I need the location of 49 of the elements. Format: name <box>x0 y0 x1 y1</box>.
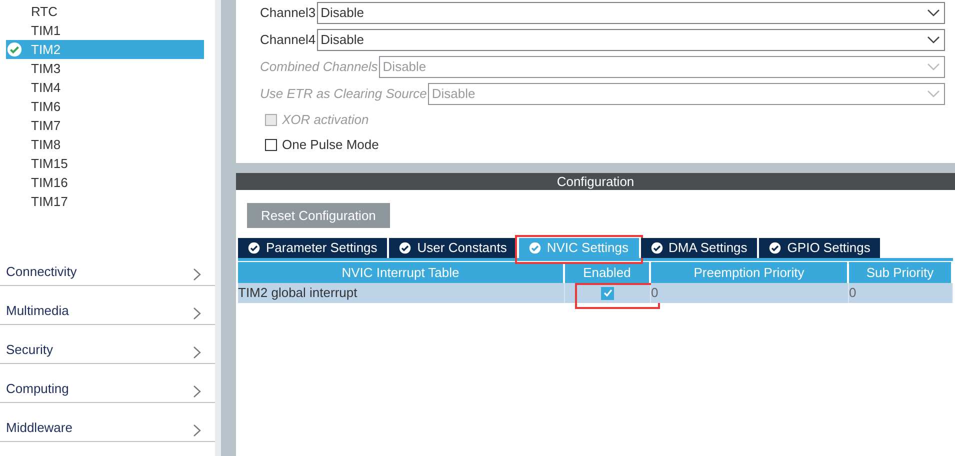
check-icon <box>528 242 541 254</box>
sidebar-item[interactable]: TIM6 <box>6 97 204 116</box>
section-title: Configuration <box>236 173 955 190</box>
sidebar-item[interactable]: TIM3 <box>6 59 204 78</box>
check-icon <box>399 242 412 254</box>
field-label: Combined Channels <box>260 58 378 76</box>
dropdown-field: Disable <box>378 56 945 78</box>
sidebar-item[interactable]: TIM16 <box>6 173 204 192</box>
table-cell: 0 <box>651 285 658 300</box>
chevron-down-icon <box>927 36 940 44</box>
chevron-down-icon <box>927 9 940 17</box>
sidebar-item[interactable]: TIM7 <box>6 116 204 135</box>
field-label: Use ETR as Clearing Source <box>260 85 427 104</box>
check-icon <box>769 242 782 254</box>
chevron-right-icon[interactable] <box>193 307 201 320</box>
checkbox-label: One Pulse Mode <box>282 136 379 154</box>
category-label[interactable]: Computing <box>6 378 69 398</box>
chevron-right-icon[interactable] <box>193 268 201 281</box>
tab[interactable]: DMA Settings <box>640 238 758 258</box>
chevron-down-icon <box>927 63 940 71</box>
chevron-right-icon[interactable] <box>193 346 201 359</box>
check-icon <box>650 242 663 254</box>
sidebar-item[interactable]: TIM17 <box>6 192 204 211</box>
sidebar-item[interactable]: TIM15 <box>6 154 204 173</box>
tab[interactable]: GPIO Settings <box>759 238 880 258</box>
sidebar-item[interactable]: TIM4 <box>6 78 204 97</box>
checkbox[interactable] <box>265 139 277 151</box>
chevron-right-icon[interactable] <box>193 385 201 398</box>
category-label[interactable]: Middleware <box>6 418 72 437</box>
dropdown-field[interactable]: Disable <box>316 2 945 24</box>
tab[interactable]: Parameter Settings <box>238 238 388 258</box>
table-cell: 0 <box>849 285 856 300</box>
category-label[interactable]: Multimedia <box>6 300 69 320</box>
category-label[interactable]: Connectivity <box>6 262 77 281</box>
sidebar-item[interactable]: TIM8 <box>6 135 204 154</box>
dropdown-field: Disable <box>428 83 945 105</box>
field-label: Channel4 <box>260 31 316 50</box>
checkbox-label: XOR activation <box>282 111 369 130</box>
chevron-right-icon[interactable] <box>193 424 201 437</box>
chevron-down-icon <box>927 90 940 98</box>
check-icon <box>248 242 260 254</box>
dropdown-field[interactable]: Disable <box>316 29 945 51</box>
tab[interactable]: User Constants <box>389 238 517 258</box>
category-label[interactable]: Security <box>6 340 53 359</box>
sidebar-item[interactable]: RTC <box>6 2 204 21</box>
checkbox[interactable] <box>601 286 614 300</box>
field-label: Channel3 <box>260 4 316 22</box>
sidebar-item[interactable]: TIM1 <box>6 21 204 40</box>
table-cell: TIM2 global interrupt <box>238 283 565 303</box>
